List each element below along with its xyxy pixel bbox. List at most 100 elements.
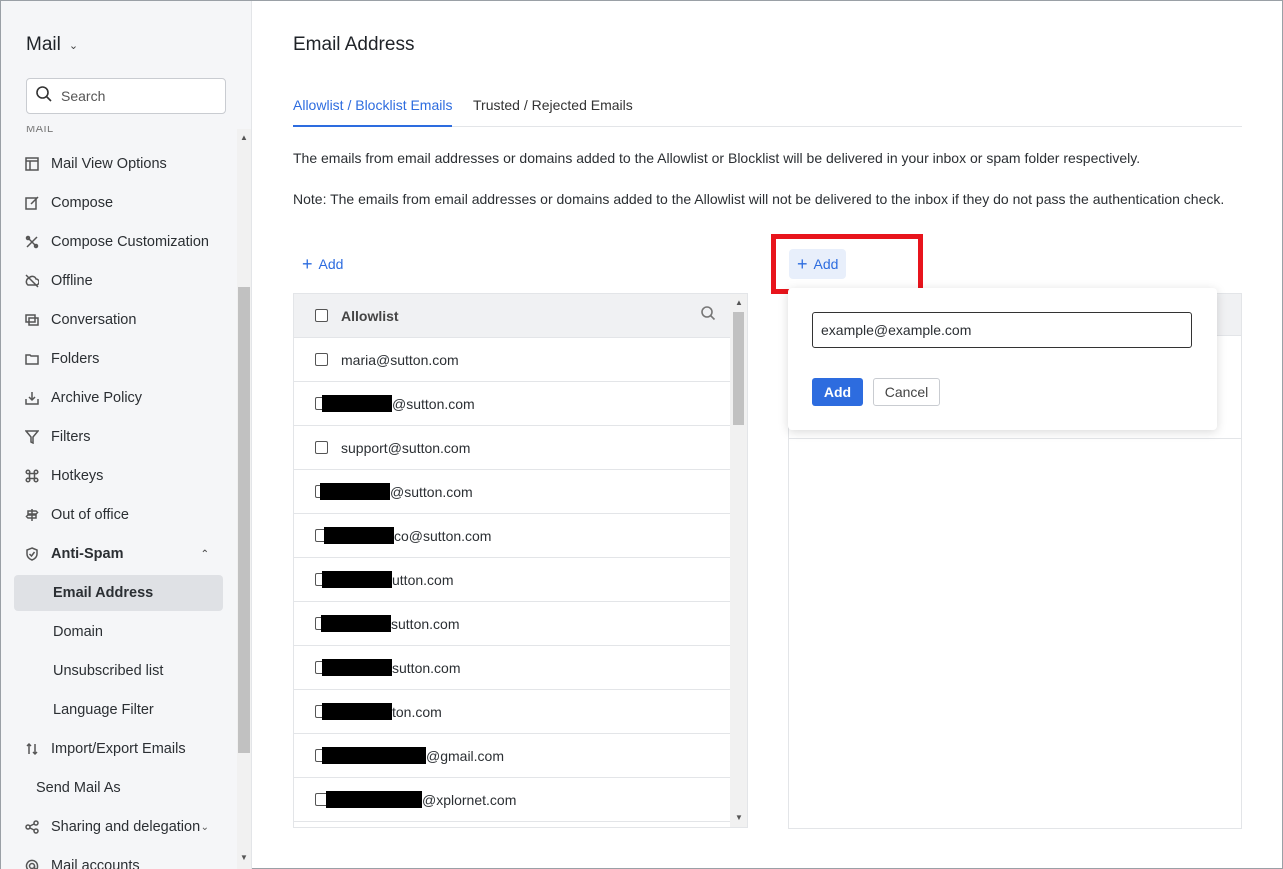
sidebar-item-hotkeys[interactable]: Hotkeys [14,458,223,494]
table-row[interactable]: @sutton.com [294,470,730,514]
sidebar-item-label: Conversation [51,312,137,328]
tab-allowlist-blocklist[interactable]: Allowlist / Blocklist Emails [293,97,453,127]
signpost-icon [24,507,40,523]
allowlist-header-label: Allowlist [341,307,399,324]
table-row[interactable]: sutton.com [294,646,730,690]
app-title: Mail [26,34,61,55]
allowlist-add-button[interactable]: + Add [294,249,351,279]
section-label: MAIL [26,126,54,135]
email-address: maria@sutton.com [341,351,459,368]
scroll-down-arrow-icon[interactable]: ▼ [735,813,743,822]
sidebar-item-mail-accounts[interactable]: Mail accounts [14,848,223,869]
redaction-bar [326,791,422,808]
scrollbar-thumb[interactable] [238,287,250,753]
table-row[interactable]: @xplornet.com [294,778,730,822]
select-all-checkbox[interactable] [315,309,328,322]
search-icon [35,85,53,108]
sidebar-item-language-filter[interactable]: Language Filter [14,692,223,728]
scroll-down-arrow-icon[interactable]: ▼ [240,853,248,862]
page-title: Email Address [293,34,415,55]
chevron-up-icon: ⌃ [200,548,209,560]
sidebar-item-compose[interactable]: Compose [14,185,223,221]
sidebar-item-filters[interactable]: Filters [14,419,223,455]
scrollbar-thumb[interactable] [733,312,744,425]
chevron-down-icon: ⌄ [68,39,79,52]
compose-icon [24,195,40,211]
sidebar-item-label: Archive Policy [51,390,143,406]
email-address: sutton.com [322,659,460,676]
row-checkbox[interactable] [315,441,328,454]
sidebar-item-folders[interactable]: Folders [14,341,223,377]
sidebar-item-label: Hotkeys [51,468,104,484]
sidebar-item-send-mail-as[interactable]: Send Mail As [14,770,223,806]
sidebar-item-out-of-office[interactable]: Out of office [14,497,223,533]
redaction-bar [322,395,392,412]
allowlist-scrollbar[interactable]: ▲ ▼ [730,294,747,827]
email-input[interactable] [812,312,1192,348]
table-row[interactable]: ton.com [294,690,730,734]
email-address: @sutton.com [320,483,473,500]
sidebar-item-offline[interactable]: Offline [14,263,223,299]
sidebar-item-label: Email Address [53,585,154,601]
sidebar-item-anti-spam[interactable]: Anti-Spam ⌃ [14,536,223,572]
sidebar-item-sharing-delegation[interactable]: Sharing and delegation ⌄ [14,809,223,845]
email-address: @xplornet.com [326,791,516,808]
sidebar-item-label: Folders [51,351,100,367]
scroll-up-arrow-icon[interactable]: ▲ [735,298,743,307]
sidebar-item-unsubscribed-list[interactable]: Unsubscribed list [14,653,223,689]
sidebar-menu: MAIL Mail View Options Compose Compose C… [1,126,237,869]
share-icon [24,819,40,835]
table-row[interactable]: co@sutton.com [294,514,730,558]
table-row[interactable]: @sutton.com [294,382,730,426]
tab-trusted-rejected[interactable]: Trusted / Rejected Emails [473,97,633,125]
sidebar-item-conversation[interactable]: Conversation [14,302,223,338]
shield-icon [24,546,40,562]
allowlist-table: Allowlist maria@sutton.com @sutton.com s… [293,293,748,828]
table-row[interactable]: utton.com [294,558,730,602]
tab-bar: Allowlist / Blocklist Emails Trusted / R… [293,91,1242,127]
filter-icon [24,429,40,445]
allowlist-header: Allowlist [294,294,730,338]
sidebar-scrollbar[interactable]: ▲ ▼ [237,129,251,869]
offline-icon [24,273,40,289]
table-row[interactable]: @gmail.com [294,734,730,778]
table-row[interactable]: maria@sutton.com [294,338,730,382]
sidebar-item-mail-view-options[interactable]: Mail View Options [14,146,223,182]
add-label: Add [318,256,344,272]
chevron-down-icon: ⌄ [200,821,209,833]
app-switcher[interactable]: Mail ⌄ [26,34,78,56]
add-email-popover: Add Cancel [788,288,1217,430]
at-icon [24,858,40,869]
table-row[interactable]: support@sutton.com [294,426,730,470]
sidebar-item-label: Mail accounts [51,858,140,869]
email-address: utton.com [322,571,453,588]
sidebar-item-email-address[interactable]: Email Address [14,575,223,611]
redaction-bar [322,703,392,720]
sidebar-item-compose-customization[interactable]: Compose Customization [14,224,223,260]
sidebar-item-label: Filters [51,429,91,445]
search-box[interactable] [26,78,226,114]
note-text: Note: The emails from email addresses or… [293,191,1225,207]
table-row[interactable]: sutton.com [294,602,730,646]
confirm-add-button[interactable]: Add [812,378,863,406]
command-icon [24,468,40,484]
email-address: @sutton.com [322,395,475,412]
folder-icon [24,351,40,367]
row-checkbox[interactable] [315,353,328,366]
sidebar-item-label: Import/Export Emails [51,741,186,757]
sidebar-item-label: Compose Customization [51,234,209,250]
search-input[interactable] [61,88,211,104]
sidebar-item-label: Language Filter [53,702,154,718]
scroll-up-arrow-icon[interactable]: ▲ [240,133,248,142]
email-address: support@sutton.com [341,439,471,456]
sidebar-item-label: Compose [51,195,114,211]
sidebar-item-import-export[interactable]: Import/Export Emails [14,731,223,767]
cancel-button[interactable]: Cancel [873,378,940,406]
email-address: ton.com [322,703,442,720]
sidebar-item-domain[interactable]: Domain [14,614,223,650]
email-address: co@sutton.com [324,527,491,544]
sidebar-item-label: Domain [53,624,103,640]
email-address: sutton.com [321,615,459,632]
sidebar-item-archive-policy[interactable]: Archive Policy [14,380,223,416]
search-icon[interactable] [700,305,716,326]
